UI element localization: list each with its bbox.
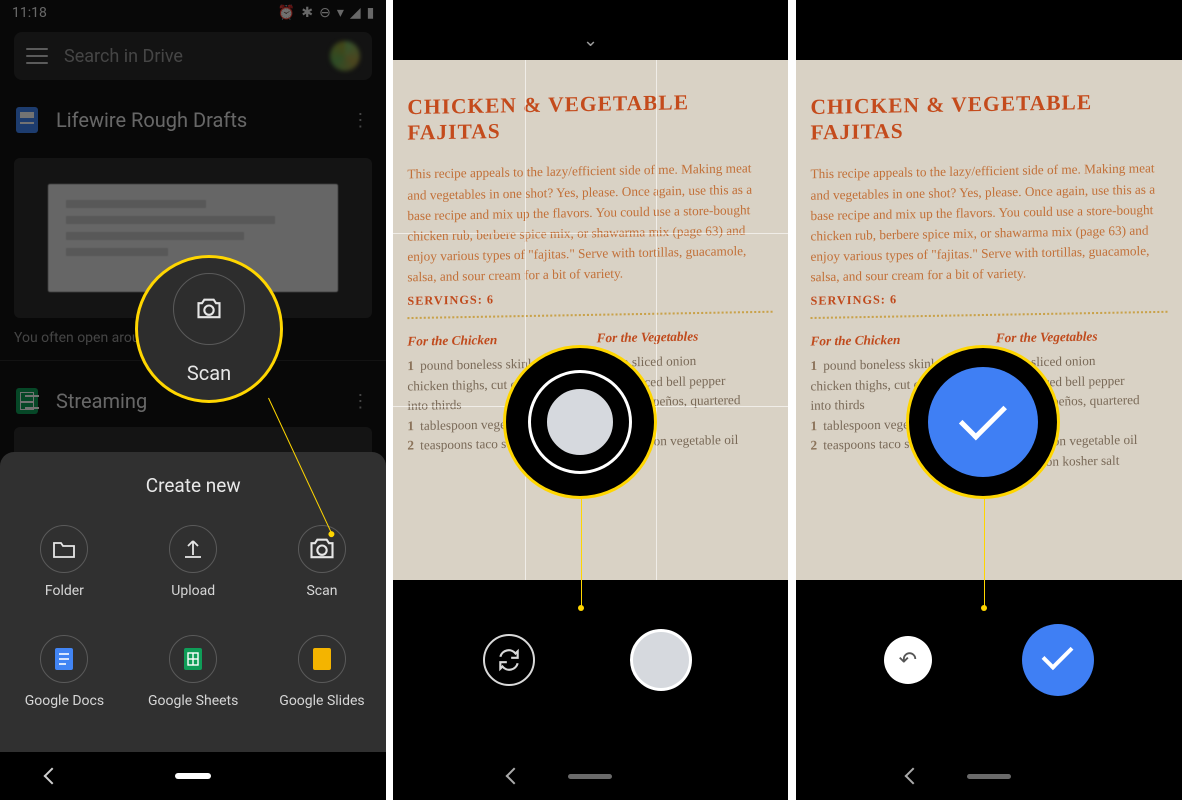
- create-slides[interactable]: Google Slides: [279, 635, 364, 709]
- home-pill[interactable]: [967, 774, 1011, 779]
- callout-leader: [984, 498, 985, 608]
- camera-icon: [173, 273, 245, 345]
- upload-icon: [169, 525, 217, 573]
- veg-heading: For the Vegetables: [995, 327, 1167, 346]
- create-new-sheet: Create new Folder Upload Scan: [0, 452, 386, 752]
- create-upload[interactable]: Upload: [169, 525, 217, 599]
- create-slides-label: Google Slides: [279, 693, 364, 709]
- scan-review-controls: ↶: [796, 600, 1182, 720]
- sheets-icon: [169, 635, 217, 683]
- shutter-button[interactable]: [625, 624, 697, 696]
- create-upload-label: Upload: [171, 583, 215, 599]
- back-icon[interactable]: [904, 768, 921, 785]
- checkmark-icon: [928, 367, 1038, 477]
- create-folder-label: Folder: [45, 583, 84, 599]
- accept-scan-button[interactable]: [1022, 624, 1094, 696]
- shutter-icon: [531, 373, 629, 471]
- recipe-blurb: This recipe appeals to the lazy/efficien…: [810, 158, 1167, 287]
- highlight-scan-label: Scan: [187, 361, 231, 385]
- back-icon[interactable]: [506, 768, 523, 785]
- scanned-document-content: CHICKEN & VEGETABLE FAJITAS This recipe …: [393, 60, 787, 580]
- retake-button[interactable]: ↶: [884, 636, 932, 684]
- switch-camera-button[interactable]: [483, 634, 535, 686]
- highlight-shutter: [503, 345, 657, 499]
- docs-icon: [40, 635, 88, 683]
- folder-icon: [40, 525, 88, 573]
- home-pill[interactable]: [568, 774, 612, 779]
- system-nav: [796, 752, 1182, 800]
- camera-controls: [393, 600, 787, 720]
- create-scan-label: Scan: [306, 583, 337, 599]
- highlight-scan-option: Scan: [135, 255, 283, 403]
- phone-scan-review-screenshot: CHICKEN & VEGETABLE FAJITAS This recipe …: [796, 0, 1182, 800]
- sheet-title: Create new: [0, 474, 386, 497]
- system-nav: [393, 752, 787, 800]
- create-sheets-label: Google Sheets: [148, 693, 238, 709]
- create-docs[interactable]: Google Docs: [25, 635, 104, 709]
- slides-icon: [298, 635, 346, 683]
- veg-heading: For the Vegetables: [597, 327, 773, 346]
- camera-icon: [298, 525, 346, 573]
- system-nav: [0, 752, 386, 800]
- create-scan[interactable]: Scan: [298, 525, 346, 599]
- scan-preview: CHICKEN & VEGETABLE FAJITAS This recipe …: [796, 60, 1182, 580]
- chicken-heading: For the Chicken: [408, 331, 571, 350]
- back-icon[interactable]: [44, 768, 61, 785]
- create-folder[interactable]: Folder: [40, 525, 88, 599]
- phone-drive-screenshot: 11:18 ⏰ ✱ ⊖ ▾ ◢ ▮ Search in Drive Lifewi…: [0, 0, 386, 800]
- scanned-document-content: CHICKEN & VEGETABLE FAJITAS This recipe …: [796, 60, 1182, 580]
- callout-leader: [581, 498, 582, 608]
- recipe-servings: SERVINGS: 6: [408, 287, 773, 309]
- recipe-servings: SERVINGS: 6: [810, 288, 1167, 310]
- home-pill[interactable]: [175, 773, 211, 779]
- chicken-heading: For the Chicken: [810, 331, 969, 350]
- phone-scan-capture-screenshot: ⌄ CHICKEN & VEGETABLE FAJITAS This recip…: [393, 0, 787, 800]
- recipe-title: CHICKEN & VEGETABLE FAJITAS: [408, 88, 773, 146]
- recipe-title: CHICKEN & VEGETABLE FAJITAS: [810, 88, 1167, 146]
- recipe-blurb: This recipe appeals to the lazy/efficien…: [408, 158, 773, 288]
- chevron-down-icon[interactable]: ⌄: [583, 30, 598, 51]
- create-docs-label: Google Docs: [25, 693, 104, 709]
- create-sheets[interactable]: Google Sheets: [148, 635, 238, 709]
- camera-viewfinder: CHICKEN & VEGETABLE FAJITAS This recipe …: [393, 60, 787, 580]
- highlight-accept: [906, 345, 1060, 499]
